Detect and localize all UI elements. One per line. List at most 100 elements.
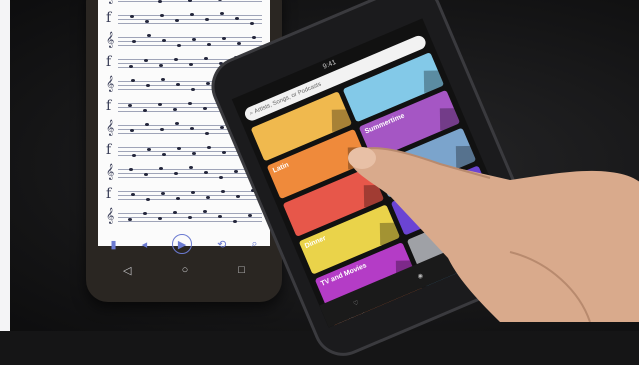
music-note xyxy=(252,36,256,39)
hand xyxy=(348,147,639,322)
music-note xyxy=(144,59,148,62)
music-note xyxy=(234,170,238,173)
music-note xyxy=(237,42,241,45)
search-icon[interactable]: ⌕ xyxy=(251,238,257,251)
music-note xyxy=(218,215,222,218)
music-note xyxy=(131,193,135,196)
music-note xyxy=(160,14,164,17)
home-icon[interactable]: ○ xyxy=(182,264,189,276)
music-note xyxy=(236,195,240,198)
clef-symbol: 𝄞 xyxy=(106,164,115,180)
clef-symbol: f xyxy=(106,186,112,202)
music-note xyxy=(147,148,151,151)
staff-line xyxy=(118,37,262,38)
music-note xyxy=(175,19,179,22)
music-note xyxy=(248,214,252,217)
music-note xyxy=(191,191,195,194)
back-icon[interactable]: ◁ xyxy=(123,264,131,277)
staff-line xyxy=(118,169,262,170)
music-note xyxy=(143,109,147,112)
bookmark-icon[interactable]: ▮ xyxy=(111,238,117,251)
category-artwork xyxy=(439,108,461,131)
category-artwork xyxy=(423,70,445,93)
speaker-icon[interactable]: ◂ xyxy=(142,238,148,251)
music-note xyxy=(159,167,163,170)
music-note xyxy=(219,176,223,179)
music-note xyxy=(220,126,224,129)
music-note xyxy=(176,83,180,86)
music-note xyxy=(204,171,208,174)
sheet-music-toolbar: ▮ ◂ ▶ ⟲ ⌕ xyxy=(98,232,270,256)
music-note xyxy=(175,122,179,125)
music-note xyxy=(191,88,195,91)
music-note xyxy=(207,43,211,46)
clef-symbol: 𝄞 xyxy=(106,208,115,224)
music-note xyxy=(161,78,165,81)
clef-symbol: 𝄞 xyxy=(106,120,115,136)
music-note xyxy=(192,38,196,41)
music-staff: 𝄞 xyxy=(106,33,262,48)
photo-scene: 𝄞f𝄞f𝄞f𝄞f𝄞f𝄞 ▮ ◂ ▶ ⟲ ⌕ ◁ ○ □ 9:41 ⌕ Artis… xyxy=(0,0,639,365)
staff-line xyxy=(118,195,262,196)
clef-symbol: f xyxy=(106,142,112,158)
music-note xyxy=(189,63,193,66)
staff-line xyxy=(118,45,262,46)
music-note xyxy=(188,102,192,105)
staff-line xyxy=(118,221,262,222)
music-note xyxy=(162,153,166,156)
staff-line xyxy=(118,19,262,20)
page-edge xyxy=(0,0,10,331)
staff-line xyxy=(118,177,262,178)
music-note xyxy=(162,39,166,42)
music-note xyxy=(205,132,209,135)
music-note xyxy=(129,168,133,171)
music-note xyxy=(176,197,180,200)
music-note xyxy=(174,58,178,61)
music-note xyxy=(146,84,150,87)
music-note xyxy=(174,172,178,175)
music-note xyxy=(146,198,150,201)
staff-line xyxy=(118,191,262,192)
music-note xyxy=(159,64,163,67)
category-artwork xyxy=(331,109,353,132)
music-note xyxy=(220,12,224,15)
music-note xyxy=(160,128,164,131)
music-note xyxy=(207,146,211,149)
music-note xyxy=(129,65,133,68)
music-note xyxy=(190,127,194,130)
music-note xyxy=(206,196,210,199)
music-note xyxy=(173,108,177,111)
recents-icon[interactable]: □ xyxy=(238,264,245,276)
music-staff: f xyxy=(106,186,262,202)
music-note xyxy=(250,22,254,25)
music-note xyxy=(130,15,134,18)
staff-line xyxy=(118,23,262,24)
music-note xyxy=(235,17,239,20)
music-note xyxy=(158,103,162,106)
staff-line xyxy=(118,213,262,214)
repeat-icon[interactable]: ⟲ xyxy=(217,238,226,251)
music-note xyxy=(203,210,207,213)
music-note xyxy=(144,173,148,176)
music-staff: f xyxy=(106,11,262,26)
music-note xyxy=(177,147,181,150)
music-staff: 𝄞 xyxy=(106,208,262,224)
music-note xyxy=(147,34,151,37)
staff-line xyxy=(118,173,262,174)
music-note xyxy=(130,129,134,132)
music-note xyxy=(158,217,162,220)
music-note xyxy=(221,190,225,193)
music-note xyxy=(192,152,196,155)
music-note xyxy=(145,20,149,23)
music-note xyxy=(204,57,208,60)
music-note xyxy=(188,216,192,219)
play-icon[interactable]: ▶ xyxy=(172,234,193,254)
music-note xyxy=(143,212,147,215)
music-staff: 𝄞 xyxy=(106,0,262,4)
category-label: Latin xyxy=(271,161,291,175)
clef-symbol: 𝄞 xyxy=(106,0,114,3)
clef-symbol: f xyxy=(106,54,112,70)
clef-symbol: 𝄞 xyxy=(106,76,115,92)
music-note xyxy=(233,220,237,223)
music-note xyxy=(205,18,209,21)
